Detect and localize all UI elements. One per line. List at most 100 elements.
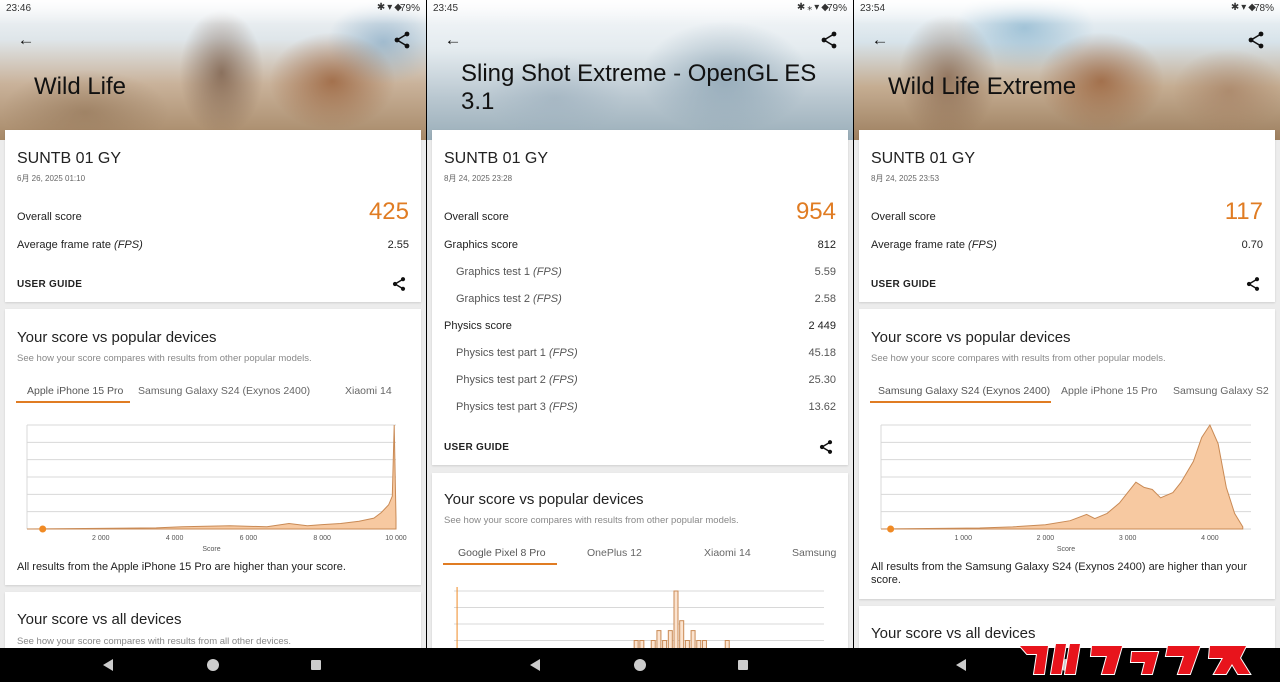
- score-distribution-chart: 1 000 2 000 3 000 4 000 Score: [880, 423, 1251, 553]
- result-label: Physics score: [444, 320, 512, 332]
- share-icon[interactable]: [1246, 30, 1266, 50]
- tab-samsung-galaxy-s2[interactable]: Samsung Galaxy S2: [1173, 385, 1269, 403]
- back-arrow-icon[interactable]: ←: [14, 30, 38, 50]
- hero-banner: 23:45 ✱⁎▾◆ 79% ← Sling Shot Extreme - Op…: [427, 0, 853, 140]
- score-distribution-chart: 2 000 4 000 6 000 8 000 10 000 Score: [26, 424, 407, 553]
- result-label: Physics test part 2: [456, 374, 546, 386]
- popular-devices-card: Your score vs popular devices See how yo…: [859, 309, 1275, 599]
- x-tick-label: 2 000: [1037, 535, 1055, 542]
- result-unit: (FPS): [548, 374, 578, 386]
- distribution-bar: [724, 640, 730, 648]
- result-value: 0.70: [1241, 239, 1263, 251]
- status-time: 23:45: [433, 3, 459, 14]
- score-card: SUNTB 01 GY 8月 24, 2025 23:28 Overall sc…: [432, 130, 848, 465]
- share-icon[interactable]: [819, 30, 839, 50]
- x-tick-label: 4 000: [1201, 535, 1219, 542]
- section-subtitle: See how your score compares with results…: [17, 636, 292, 647]
- nav-home-icon[interactable]: [207, 659, 219, 671]
- distribution-bar: [684, 640, 690, 648]
- hero-banner: 23:46 ✱▾◆ 79% ← Wild Life: [0, 0, 426, 140]
- share-icon[interactable]: [392, 30, 412, 50]
- distribution-bar: [650, 640, 656, 648]
- tab-xiaomi-14[interactable]: Xiaomi 14: [345, 385, 392, 403]
- section-title: Your score vs all devices: [17, 611, 182, 628]
- device-name: SUNTB 01 GY: [871, 150, 976, 167]
- overall-score-value: 425: [368, 198, 409, 225]
- nav-home-icon[interactable]: [634, 659, 646, 671]
- section-subtitle: See how your score compares with results…: [17, 353, 312, 364]
- result-label: Physics test part 1: [456, 347, 546, 359]
- result-row: Average frame rate (FPS) 0.70: [871, 236, 1263, 256]
- test-date: 8月 24, 2025 23:28: [444, 174, 513, 183]
- result-label: Average frame rate: [871, 239, 965, 251]
- user-guide-link[interactable]: USER GUIDE: [17, 279, 82, 290]
- popular-devices-card: Your score vs popular devices See how yo…: [432, 473, 848, 648]
- back-arrow-icon[interactable]: ←: [868, 30, 892, 50]
- hero-banner: 23:54 ✱▾◆ 78% ← Wild Life Extreme: [854, 0, 1280, 140]
- result-value: 2.58: [814, 293, 836, 305]
- result-value: 25.30: [808, 374, 836, 386]
- result-value: 45.18: [808, 347, 836, 359]
- graphics-score-row: Graphics score 812: [444, 236, 836, 256]
- user-guide-link[interactable]: USER GUIDE: [444, 442, 509, 453]
- tab-oneplus-12[interactable]: OnePlus 12: [587, 547, 642, 565]
- section-title: Your score vs popular devices: [17, 329, 217, 346]
- section-title: Your score vs popular devices: [444, 491, 644, 508]
- distribution-bar: [701, 640, 707, 648]
- tab-samsung[interactable]: Samsung: [792, 547, 836, 565]
- graphics-test-1-row: Graphics test 1 (FPS) 5.59: [444, 263, 836, 283]
- overall-score-value: 954: [795, 198, 836, 225]
- battery-level: 78%: [1253, 3, 1274, 14]
- overall-score-row: Overall score 425: [17, 198, 409, 228]
- result-value: 812: [817, 239, 836, 251]
- overall-score-label: Overall score: [17, 211, 82, 223]
- benchmark-panel-wild-life: 23:46 ✱▾◆ 79% ← Wild Life SUNTB 01 GY 6月…: [0, 0, 426, 648]
- result-label: Average frame rate: [17, 239, 111, 251]
- benchmark-title: Wild Life: [34, 73, 127, 100]
- active-tab-indicator: [16, 401, 130, 403]
- result-label: Graphics score: [444, 239, 518, 251]
- status-bar: 23:54 ✱▾◆ 78%: [854, 0, 1280, 18]
- result-value: 13.62: [808, 401, 836, 413]
- x-axis-label: Score: [202, 546, 220, 553]
- nav-back-icon[interactable]: [103, 659, 113, 671]
- result-unit: (FPS): [533, 266, 562, 278]
- tab-apple-iphone-15-pro[interactable]: Apple iPhone 15 Pro: [1061, 385, 1157, 403]
- share-icon[interactable]: [1245, 276, 1261, 292]
- result-unit: (FPS): [968, 239, 997, 251]
- distribution-bar: [679, 620, 685, 648]
- section-subtitle: See how your score compares with results…: [871, 353, 1166, 364]
- tab-xiaomi-14[interactable]: Xiaomi 14: [704, 547, 751, 565]
- tab-samsung-galaxy-s24[interactable]: Samsung Galaxy S24 (Exynos 2400): [138, 385, 310, 403]
- benchmark-panel-wild-life-extreme: 23:54 ✱▾◆ 78% ← Wild Life Extreme SUNTB …: [854, 0, 1280, 648]
- x-tick-label: 10 000: [385, 535, 407, 542]
- result-unit: (FPS): [533, 293, 562, 305]
- user-guide-link[interactable]: USER GUIDE: [871, 279, 936, 290]
- nav-recent-apps-icon[interactable]: [311, 660, 321, 670]
- benchmark-title: Sling Shot Extreme - OpenGL ES 3.1: [461, 60, 817, 115]
- share-icon[interactable]: [818, 439, 834, 455]
- distribution-bar: [667, 630, 673, 648]
- comparison-note: All results from the Apple iPhone 15 Pro…: [17, 561, 346, 573]
- share-icon[interactable]: [391, 276, 407, 292]
- benchmark-panel-sling-shot-extreme: 23:45 ✱⁎▾◆ 79% ← Sling Shot Extreme - Op…: [427, 0, 853, 648]
- nav-recent-apps-icon[interactable]: [738, 660, 748, 670]
- section-title: Your score vs all devices: [871, 625, 1036, 642]
- back-arrow-icon[interactable]: ←: [441, 30, 465, 50]
- physics-score-row: Physics score 2 449: [444, 317, 836, 337]
- battery-level: 79%: [399, 3, 420, 14]
- physics-test-3-row: Physics test part 3 (FPS) 13.62: [444, 398, 836, 418]
- physics-test-1-row: Physics test part 1 (FPS) 45.18: [444, 344, 836, 364]
- result-unit: (FPS): [114, 239, 143, 251]
- distribution-bar: [633, 640, 639, 648]
- status-time: 23:46: [6, 3, 32, 14]
- x-tick-label: 4 000: [166, 535, 184, 542]
- site-watermark-logo: [1017, 643, 1252, 675]
- distribution-bar: [656, 630, 662, 648]
- x-tick-label: 8 000: [313, 535, 331, 542]
- battery-level: 79%: [826, 3, 847, 14]
- nav-back-icon[interactable]: [956, 659, 966, 671]
- nav-back-icon[interactable]: [530, 659, 540, 671]
- all-devices-card: Your score vs all devices See how your s…: [5, 592, 421, 648]
- x-tick-label: 1 000: [954, 535, 972, 542]
